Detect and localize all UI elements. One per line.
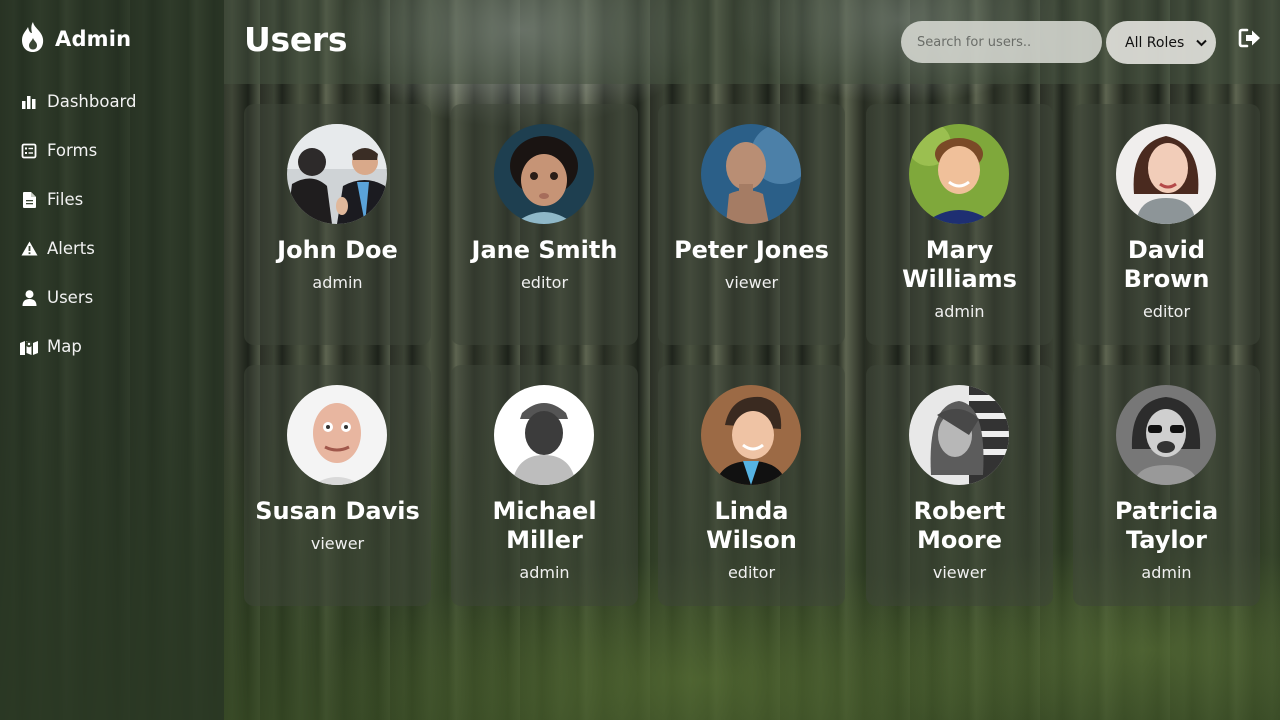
user-avatar	[287, 385, 387, 485]
user-card-text: Susan Davis viewer	[252, 497, 423, 554]
sidebar-item-users[interactable]: Users	[0, 273, 224, 322]
user-role: admin	[1141, 563, 1192, 582]
user-card-text: Jane Smith editor	[459, 236, 630, 293]
user-card[interactable]: David Brown editor	[1073, 104, 1260, 345]
form-icon	[20, 142, 38, 160]
user-role: viewer	[932, 563, 987, 582]
user-role: viewer	[310, 534, 365, 553]
user-card[interactable]: Linda Wilson editor	[658, 365, 845, 606]
user-role: editor	[1142, 302, 1191, 321]
user-role: admin	[312, 273, 363, 292]
alert-icon	[20, 240, 38, 258]
file-icon	[20, 191, 38, 209]
sidebar-item-alerts[interactable]: Alerts	[0, 224, 224, 273]
user-name: Mary Williams	[902, 236, 1017, 293]
user-card-text: Michael Miller admin	[459, 497, 630, 583]
sidebar-nav: Dashboard Forms Files Alerts Users Map	[0, 77, 224, 371]
user-name: Jane Smith	[471, 236, 618, 264]
user-card-text: Mary Williams admin	[874, 236, 1045, 322]
sidebar-item-files[interactable]: Files	[0, 175, 224, 224]
user-card[interactable]: Jane Smith editor	[451, 104, 638, 345]
user-card-text: Patricia Taylor admin	[1081, 497, 1252, 583]
user-name: David Brown	[1123, 236, 1210, 293]
sidebar-item-label: Alerts	[47, 239, 95, 258]
logout-icon	[1238, 28, 1262, 52]
sidebar-item-label: Files	[47, 190, 84, 209]
role-filter-select[interactable]: All Roles	[1106, 21, 1216, 64]
role-filter-value: All Roles	[1125, 34, 1185, 51]
user-avatar	[701, 385, 801, 485]
sidebar-item-label: Users	[47, 288, 94, 307]
user-name: Patricia Taylor	[1114, 497, 1219, 554]
user-role: editor	[727, 563, 776, 582]
user-avatar	[909, 124, 1009, 224]
user-card[interactable]: Robert Moore viewer	[866, 365, 1053, 606]
sidebar-item-label: Map	[47, 337, 82, 356]
brand[interactable]: Admin	[20, 22, 131, 56]
sidebar-item-label: Dashboard	[47, 92, 137, 111]
user-avatar	[701, 124, 801, 224]
sidebar-item-forms[interactable]: Forms	[0, 126, 224, 175]
user-card-text: Linda Wilson editor	[666, 497, 837, 583]
user-name: Michael Miller	[492, 497, 597, 554]
user-name: Susan Davis	[255, 497, 420, 525]
user-card[interactable]: Peter Jones viewer	[658, 104, 845, 345]
brand-name: Admin	[55, 27, 132, 51]
sidebar: Admin Dashboard Forms Files Alerts Users…	[0, 0, 224, 720]
user-avatar	[494, 385, 594, 485]
user-avatar	[287, 124, 387, 224]
chevron-down-icon	[1196, 35, 1207, 51]
user-icon	[20, 289, 38, 307]
user-card[interactable]: Patricia Taylor admin	[1073, 365, 1260, 606]
user-card-text: Peter Jones viewer	[666, 236, 837, 293]
bar-chart-icon	[20, 93, 38, 111]
user-card[interactable]: John Doe admin	[244, 104, 431, 345]
sidebar-item-label: Forms	[47, 141, 98, 160]
user-card-text: Robert Moore viewer	[874, 497, 1045, 583]
user-card-text: John Doe admin	[252, 236, 423, 293]
user-avatar	[494, 124, 594, 224]
user-name: John Doe	[277, 236, 398, 264]
flame-icon	[20, 21, 46, 57]
user-card[interactable]: Michael Miller admin	[451, 365, 638, 606]
user-role: viewer	[724, 273, 779, 292]
user-role: editor	[520, 273, 569, 292]
user-card-text: David Brown editor	[1081, 236, 1252, 322]
user-role: admin	[934, 302, 985, 321]
user-card[interactable]: Susan Davis viewer	[244, 365, 431, 606]
user-role: admin	[519, 563, 570, 582]
sidebar-item-dashboard[interactable]: Dashboard	[0, 77, 224, 126]
user-avatar	[1116, 124, 1216, 224]
page-title: Users	[244, 20, 348, 59]
search-input[interactable]	[901, 21, 1102, 63]
user-avatar	[1116, 385, 1216, 485]
map-icon	[20, 338, 38, 356]
user-name: Linda Wilson	[706, 497, 797, 554]
user-name: Robert Moore	[913, 497, 1006, 554]
user-name: Peter Jones	[674, 236, 829, 264]
sidebar-item-map[interactable]: Map	[0, 322, 224, 371]
user-card[interactable]: Mary Williams admin	[866, 104, 1053, 345]
logout-button[interactable]	[1237, 28, 1263, 52]
user-avatar	[909, 385, 1009, 485]
